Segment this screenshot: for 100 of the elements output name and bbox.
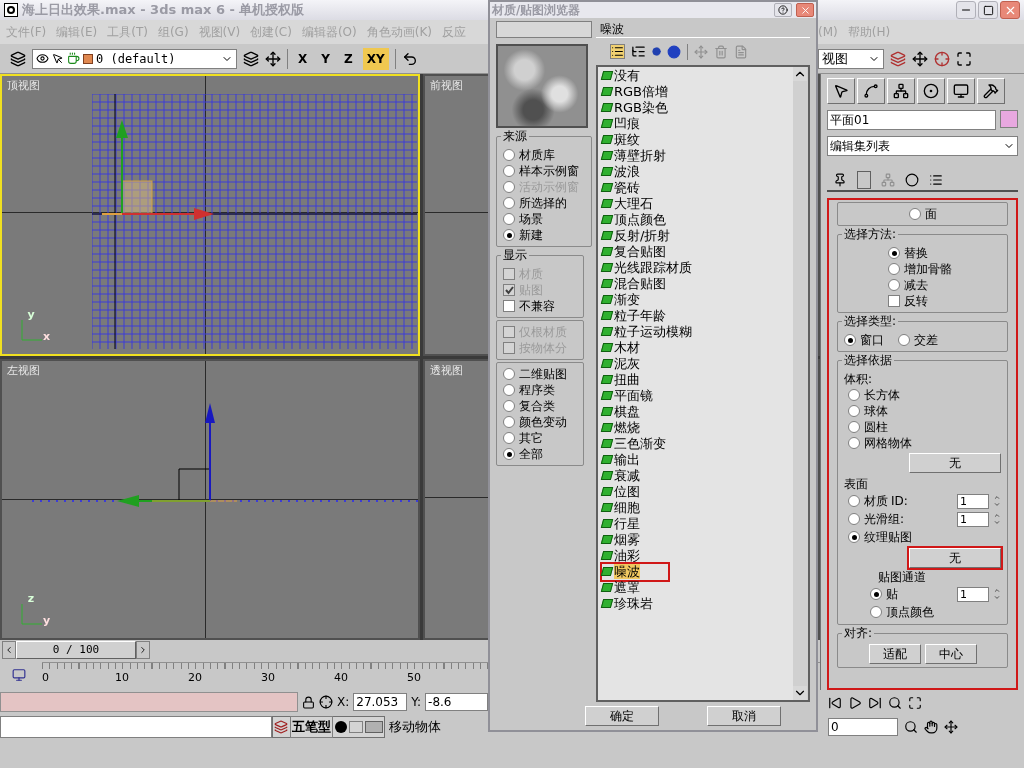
radio-button[interactable] xyxy=(888,263,900,275)
push-button[interactable]: 确定 xyxy=(585,706,659,726)
push-button[interactable]: 取消 xyxy=(707,706,781,726)
radio-button[interactable] xyxy=(898,334,910,346)
monitor-icon[interactable] xyxy=(12,668,26,682)
radio-button[interactable] xyxy=(848,405,860,417)
panel-tab[interactable] xyxy=(857,78,885,104)
checkbox[interactable] xyxy=(503,300,515,312)
list-item[interactable]: 反射/折射 xyxy=(602,227,675,244)
object-name-field[interactable]: 平面01 xyxy=(827,110,996,130)
radio-button[interactable] xyxy=(888,279,900,291)
move-icon[interactable] xyxy=(265,50,281,67)
list-view-icon[interactable] xyxy=(610,44,625,60)
axis-constraint-button[interactable]: Y xyxy=(317,47,334,70)
configure-icon[interactable] xyxy=(929,173,943,187)
coordinate-field[interactable]: -8.6 xyxy=(425,693,488,711)
radio-button[interactable] xyxy=(848,513,860,525)
list-item[interactable]: 薄壁折射 xyxy=(602,147,670,164)
panel-tab[interactable] xyxy=(827,78,855,104)
pin-icon[interactable] xyxy=(833,173,847,187)
coordinate-field[interactable]: 27.053 xyxy=(353,693,408,711)
modifier-list-dropdown[interactable]: 编辑集列表 xyxy=(827,136,1018,156)
radio-button[interactable] xyxy=(503,368,515,380)
viewport-label[interactable]: 透视图 xyxy=(430,363,463,380)
undo-icon[interactable] xyxy=(401,50,418,67)
small-sphere-icon[interactable] xyxy=(652,47,661,57)
viewport[interactable]: 左视图 z y xyxy=(0,359,420,640)
viewport-label[interactable]: 前视图 xyxy=(430,78,463,95)
radio-button[interactable] xyxy=(888,247,900,259)
radio-button[interactable] xyxy=(848,495,860,507)
list-item[interactable]: 复合贴图 xyxy=(602,243,670,260)
list-item[interactable]: 遮罩 xyxy=(602,579,668,596)
push-button[interactable]: 适配 xyxy=(868,644,921,664)
layers-icon[interactable] xyxy=(10,50,26,67)
radio-button[interactable] xyxy=(503,165,515,177)
list-item[interactable]: 光线跟踪材质 xyxy=(602,259,696,276)
spinner-field[interactable]: 1 xyxy=(957,511,989,527)
spinner-field[interactable]: 1 xyxy=(957,493,989,509)
scroll-up-icon[interactable] xyxy=(793,66,807,81)
list-item[interactable]: 渐变 xyxy=(602,291,668,308)
axis-constraint-button[interactable]: XY xyxy=(362,47,389,70)
radio-button[interactable] xyxy=(848,437,860,449)
view-dropdown[interactable]: 视图 xyxy=(818,48,884,69)
radio-button[interactable] xyxy=(848,531,860,543)
close-button[interactable] xyxy=(796,3,814,17)
orbit-icon[interactable] xyxy=(944,720,958,734)
close-button[interactable] xyxy=(1000,1,1020,19)
pan-icon[interactable] xyxy=(924,720,938,734)
axis-constraint-button[interactable]: Z xyxy=(339,47,357,70)
layer-dropdown[interactable]: 0 (default) xyxy=(32,48,237,69)
name-field[interactable] xyxy=(496,21,592,38)
radio-button[interactable] xyxy=(503,229,515,241)
push-button[interactable]: 中心 xyxy=(924,644,977,664)
radio-button[interactable] xyxy=(870,606,882,618)
radio-button[interactable] xyxy=(848,421,860,433)
radio-button[interactable] xyxy=(844,334,856,346)
viewport[interactable]: 顶视图 y x xyxy=(0,74,420,356)
list-item[interactable]: 噪波 xyxy=(602,563,668,580)
maximize-button[interactable] xyxy=(978,1,998,19)
go-to-end-icon[interactable] xyxy=(868,696,882,710)
object-color-swatch[interactable] xyxy=(1000,110,1018,128)
frame-field[interactable]: 0 xyxy=(828,718,898,736)
axis-constraint-button[interactable]: X xyxy=(294,47,312,70)
list-item[interactable]: 位图 xyxy=(602,483,668,500)
layers-icon[interactable] xyxy=(243,50,259,67)
move-icon[interactable] xyxy=(912,50,928,67)
time-slider-thumb[interactable]: 0 / 100 xyxy=(16,641,136,659)
list-item[interactable]: 三色渐变 xyxy=(602,435,670,452)
list-item[interactable]: 珍珠岩 xyxy=(602,595,668,612)
list-item[interactable]: 木材 xyxy=(602,339,668,356)
push-button[interactable]: 无 xyxy=(909,453,1001,473)
list-item[interactable]: RGB倍增 xyxy=(602,83,673,100)
zoom-extents-icon[interactable] xyxy=(908,696,922,710)
panel-tab[interactable] xyxy=(947,78,975,104)
list-item[interactable]: RGB染色 xyxy=(602,99,673,116)
radio-button[interactable] xyxy=(503,197,515,209)
radio-button[interactable] xyxy=(503,432,515,444)
zoom-icon[interactable] xyxy=(904,720,918,734)
list-item[interactable]: 输出 xyxy=(602,451,668,468)
list-item[interactable]: 油彩 xyxy=(602,547,668,564)
scroll-down-icon[interactable] xyxy=(793,686,807,700)
radio-button[interactable] xyxy=(848,389,860,401)
zoom-icon[interactable] xyxy=(888,696,902,710)
transform-mode-icon[interactable] xyxy=(319,695,333,709)
spinner-field[interactable]: 1 xyxy=(957,586,989,602)
checkbox[interactable] xyxy=(888,295,900,307)
list-icons-icon[interactable] xyxy=(631,44,646,60)
list-item[interactable]: 扭曲 xyxy=(602,371,668,388)
radio-button[interactable] xyxy=(503,384,515,396)
list-item[interactable]: 细胞 xyxy=(602,499,668,516)
radio-button[interactable] xyxy=(503,400,515,412)
viewport-label[interactable]: 左视图 xyxy=(7,363,40,380)
list-item[interactable]: 粒子年龄 xyxy=(602,307,670,324)
list-item[interactable]: 凹痕 xyxy=(602,115,668,132)
list-item[interactable]: 顶点颜色 xyxy=(602,211,670,228)
input-method-button[interactable]: 五笔型 xyxy=(290,716,333,738)
list-item[interactable]: 波浪 xyxy=(602,163,668,180)
play-icon[interactable] xyxy=(848,696,862,710)
previous-frame-button[interactable] xyxy=(2,641,16,659)
panel-tab[interactable] xyxy=(917,78,945,104)
